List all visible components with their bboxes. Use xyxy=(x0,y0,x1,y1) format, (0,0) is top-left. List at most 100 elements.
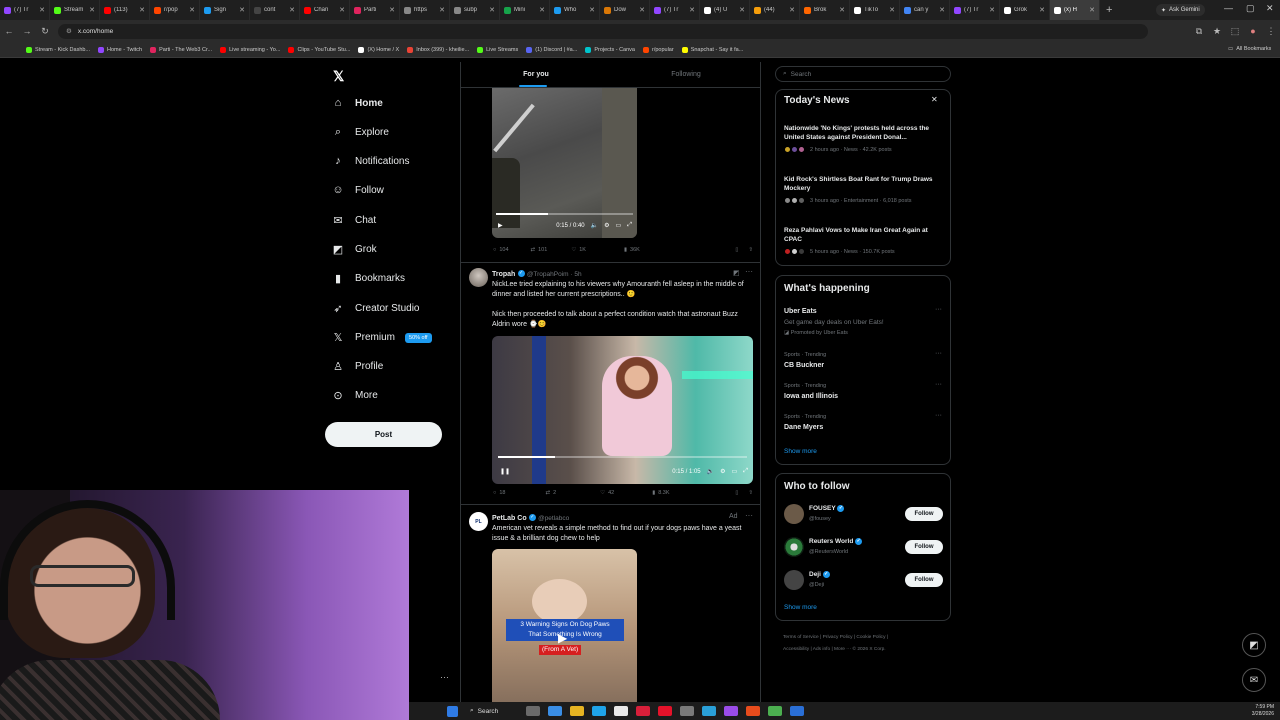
volume-icon[interactable]: 🔈 xyxy=(591,222,598,229)
notepad-icon[interactable] xyxy=(614,706,628,716)
bookmark-item[interactable]: Clips - YouTube Stu... xyxy=(288,46,350,53)
nav-item-chat[interactable]: ✉ Chat xyxy=(331,214,376,227)
pip-icon[interactable]: ▭ xyxy=(616,222,622,229)
views-button[interactable]: ▮ 8.3K xyxy=(652,490,669,496)
bookmark-item[interactable]: (1) Discord | #a... xyxy=(526,46,577,53)
search-input[interactable]: ⌕ Search xyxy=(775,66,951,82)
close-tab-icon[interactable]: ✕ xyxy=(589,6,595,14)
profile-avatar-icon[interactable]: ● xyxy=(1244,26,1262,36)
trend-more-icon[interactable]: ··· xyxy=(935,412,942,419)
close-tab-icon[interactable]: ✕ xyxy=(89,6,95,14)
nav-item-explore[interactable]: ⌕ Explore xyxy=(331,126,389,139)
news-item[interactable]: Reza Pahlavi Vows to Make Iran Great Aga… xyxy=(784,226,944,244)
pause-icon[interactable]: ❚❚ xyxy=(500,468,510,475)
nav-item-profile[interactable]: ♙ Profile xyxy=(331,360,383,373)
close-tab-icon[interactable]: ✕ xyxy=(339,6,345,14)
avatar[interactable]: PL xyxy=(469,512,488,531)
settings-icon[interactable]: ⚙ xyxy=(720,468,725,475)
x-logo-icon[interactable]: 𝕏 xyxy=(333,68,344,85)
browser-tab[interactable]: https ✕ xyxy=(400,0,450,20)
show-more-link[interactable]: Show more xyxy=(784,448,817,455)
nav-item-bookmarks[interactable]: ▮ Bookmarks xyxy=(331,272,405,285)
trend-more-icon[interactable]: ··· xyxy=(935,306,942,313)
post-button[interactable]: Post xyxy=(325,422,442,447)
footer-link[interactable]: Terms of Service xyxy=(783,635,819,640)
nav-item-notifications[interactable]: ♪ Notifications xyxy=(331,155,409,167)
footer-link[interactable]: Accessibility xyxy=(783,647,809,652)
trend-topic[interactable]: Iowa and Illinois xyxy=(784,393,838,400)
browser-tab[interactable]: (44) ✕ xyxy=(750,0,800,20)
bookmark-item[interactable]: Projects - Canva xyxy=(585,46,635,53)
grok-float-icon[interactable]: ◩ xyxy=(1242,633,1266,657)
fullscreen-icon[interactable]: ⤢ xyxy=(743,468,748,475)
author-name[interactable]: Tropah xyxy=(492,271,515,278)
trend-more-icon[interactable]: ··· xyxy=(935,381,942,388)
close-tab-icon[interactable]: ✕ xyxy=(739,6,745,14)
reload-icon[interactable]: ↻ xyxy=(36,26,54,37)
account-name[interactable]: FOUSEY ✓ xyxy=(809,505,845,512)
app-icon[interactable] xyxy=(658,706,672,716)
nav-item-premium[interactable]: 𝕏 Premium 50% off xyxy=(331,331,432,344)
nav-item-creator-studio[interactable]: ➶ Creator Studio xyxy=(331,302,419,315)
post-more-icon[interactable]: ··· xyxy=(745,267,753,276)
browser-tab[interactable]: Grok ✕ xyxy=(1000,0,1050,20)
tab-for-you[interactable]: For you xyxy=(461,62,611,87)
app-icon[interactable] xyxy=(636,706,650,716)
footer-link[interactable]: Ads info xyxy=(813,647,830,652)
taskbar-search[interactable]: ⌕ Search xyxy=(462,707,522,715)
views-button[interactable]: ▮ 36K xyxy=(624,247,640,253)
follow-button[interactable]: Follow xyxy=(905,573,943,587)
messages-float-icon[interactable]: ✉ xyxy=(1242,668,1266,692)
browser-tab[interactable]: (7) Tr ✕ xyxy=(0,0,50,20)
avatar[interactable] xyxy=(784,504,804,524)
maximize-icon[interactable]: ▢ xyxy=(1246,3,1255,14)
trend-topic[interactable]: CB Buckner xyxy=(784,362,824,369)
close-tab-icon[interactable]: ✕ xyxy=(1039,6,1045,14)
minimize-icon[interactable]: — xyxy=(1224,3,1233,13)
ask-gemini-button[interactable]: ✦ Ask Gemini xyxy=(1156,4,1205,16)
reply-button[interactable]: ○ 18 xyxy=(493,490,505,496)
browser-tab[interactable]: (113) ✕ xyxy=(100,0,150,20)
play-icon[interactable]: ▶ xyxy=(558,631,567,645)
calculator-icon[interactable] xyxy=(680,706,694,716)
close-tab-icon[interactable]: ✕ xyxy=(539,6,545,14)
avatar[interactable] xyxy=(784,537,804,557)
browser-tab[interactable]: Chan ✕ xyxy=(300,0,350,20)
post-video-player[interactable]: ▶ 0:15 / 0:40 🔈 ⚙ ▭ ⤢ xyxy=(492,88,637,238)
new-tab-icon[interactable]: + xyxy=(1100,4,1118,16)
close-tab-icon[interactable]: ✕ xyxy=(989,6,995,14)
account-name[interactable]: Deji ✓ xyxy=(809,571,830,578)
video-progress-track[interactable] xyxy=(496,213,633,215)
browser-tab[interactable]: Who ✕ xyxy=(550,0,600,20)
app-icon[interactable] xyxy=(724,706,738,716)
footer-link[interactable]: Privacy Policy xyxy=(823,635,853,640)
address-bar[interactable]: ⚙ x.com/home xyxy=(58,23,1148,39)
post-video-player[interactable]: ❚❚ 0:15 / 1:05 🔈 ⚙ ▭ ⤢ xyxy=(492,336,753,484)
share-button[interactable]: ⇧ xyxy=(748,247,753,253)
browser-tab[interactable]: subp ✕ xyxy=(450,0,500,20)
bookmark-item[interactable]: r/popular xyxy=(642,46,674,53)
author-handle[interactable]: @petlabco xyxy=(538,515,569,522)
forward-icon[interactable]: → xyxy=(18,26,36,36)
star-icon[interactable]: ★ xyxy=(1208,26,1226,37)
browser-tab[interactable]: Stream ✕ xyxy=(50,0,100,20)
show-more-link[interactable]: Show more xyxy=(784,604,817,611)
browser-tab[interactable]: Brok ✕ xyxy=(800,0,850,20)
extensions-icon[interactable]: ⬚ xyxy=(1226,26,1244,37)
browser-tab[interactable]: Sign ✕ xyxy=(200,0,250,20)
play-icon[interactable]: ▶ xyxy=(498,222,503,229)
repost-button[interactable]: ⇄ 101 xyxy=(531,247,548,253)
browser-tab[interactable]: TikTo ✕ xyxy=(850,0,900,20)
browser-tab[interactable]: (x) H ✕ xyxy=(1050,0,1100,20)
site-info-icon[interactable]: ⚙ xyxy=(66,27,72,35)
footer-link[interactable]: More ··· xyxy=(834,647,851,652)
nav-item-home[interactable]: ⌂ Home xyxy=(331,97,383,109)
close-tab-icon[interactable]: ✕ xyxy=(689,6,695,14)
trend-topic[interactable]: Dane Myers xyxy=(784,424,823,431)
author-name[interactable]: PetLab Co xyxy=(492,515,527,522)
ad-video-player[interactable]: 3 Warning Signs On Dog Paws That Somethi… xyxy=(492,549,637,720)
news-item[interactable]: Nationwide 'No Kings' protests held acro… xyxy=(784,124,944,142)
account-more-icon[interactable]: ··· xyxy=(440,672,449,682)
browser-tab[interactable]: r/pop ✕ xyxy=(150,0,200,20)
bookmark-item[interactable]: Inbox (399) - kheilie... xyxy=(407,46,469,53)
